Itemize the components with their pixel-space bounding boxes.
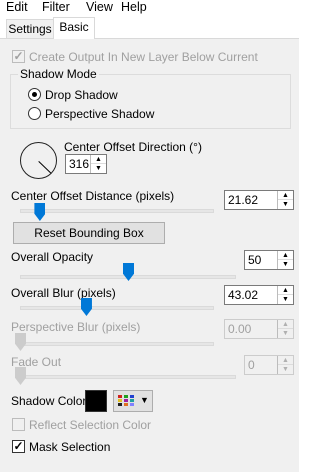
blur-slider-track[interactable]: [20, 306, 214, 310]
spin-down-icon[interactable]: ▼: [278, 365, 293, 374]
direction-value: 316: [69, 157, 90, 171]
menu-filter[interactable]: Filter: [42, 0, 70, 17]
spin-down-icon[interactable]: ▼: [91, 164, 106, 173]
spin-down-icon[interactable]: ▼: [278, 260, 293, 269]
spin-down-icon[interactable]: ▼: [278, 200, 293, 209]
mask-selection-checkbox[interactable]: ✓: [12, 440, 25, 453]
perspective-blur-spin-buttons: ▲ ▼: [277, 320, 293, 338]
reflect-selection-label: Reflect Selection Color: [29, 418, 152, 432]
mask-selection-label: Mask Selection: [29, 440, 111, 454]
direction-input[interactable]: 316 ▲ ▼: [65, 154, 107, 174]
spin-up-icon[interactable]: ▲: [278, 286, 293, 295]
menu-view[interactable]: View: [86, 0, 113, 17]
fade-out-slider-track[interactable]: [20, 375, 236, 379]
direction-dial[interactable]: [20, 142, 57, 179]
blur-value: 43.02: [228, 288, 259, 302]
tab-basic[interactable]: Basic: [53, 17, 95, 39]
reflect-selection-checkbox[interactable]: [12, 418, 25, 431]
opacity-value: 50: [248, 253, 262, 267]
color-picker-dropdown[interactable]: ▼: [113, 390, 153, 412]
spin-up-icon[interactable]: ▲: [91, 155, 106, 164]
fade-out-value: 0: [248, 358, 255, 372]
menu-edit[interactable]: Edit: [6, 0, 28, 17]
color-grid-icon: [118, 395, 134, 406]
distance-slider-track[interactable]: [20, 209, 214, 213]
chevron-down-icon: ▼: [140, 395, 149, 405]
opacity-input[interactable]: 50 ▲ ▼: [244, 250, 294, 270]
create-output-label: Create Output In New Layer Below Current: [29, 50, 258, 64]
shadow-mode-title: Shadow Mode: [18, 67, 99, 81]
direction-label: Center Offset Direction (°): [64, 140, 202, 154]
shadow-color-swatch[interactable]: [85, 390, 107, 412]
fade-out-input[interactable]: 0 ▲ ▼: [244, 355, 294, 375]
opacity-spin-buttons: ▲ ▼: [277, 251, 293, 269]
perspective-blur-slider-track[interactable]: [20, 342, 214, 346]
create-output-checkbox[interactable]: ✓: [12, 50, 25, 63]
blur-spin-buttons: ▲ ▼: [277, 286, 293, 304]
checkmark-icon: ✓: [13, 439, 24, 453]
fade-out-spin-buttons: ▲ ▼: [277, 356, 293, 374]
distance-spin-buttons: ▲ ▼: [277, 191, 293, 209]
spin-down-icon[interactable]: ▼: [278, 329, 293, 338]
perspective-blur-label: Perspective Blur (pixels): [11, 320, 141, 334]
distance-value: 21.62: [228, 193, 259, 207]
spin-up-icon[interactable]: ▲: [278, 251, 293, 260]
spin-up-icon[interactable]: ▲: [278, 191, 293, 200]
fade-out-label: Fade Out: [11, 355, 62, 369]
menu-help[interactable]: Help: [121, 0, 147, 17]
perspective-blur-value: 0.00: [228, 322, 252, 336]
drop-shadow-label: Drop Shadow: [45, 88, 118, 102]
spin-up-icon[interactable]: ▲: [278, 356, 293, 365]
radio-perspective-shadow[interactable]: [28, 107, 41, 120]
tab-settings[interactable]: Settings: [6, 19, 54, 39]
distance-label: Center Offset Distance (pixels): [11, 189, 175, 203]
shadow-color-label: Shadow Color: [11, 394, 87, 408]
reset-bounding-box-button[interactable]: Reset Bounding Box: [13, 222, 165, 244]
blur-label: Overall Blur (pixels): [11, 286, 116, 300]
spin-down-icon[interactable]: ▼: [278, 295, 293, 304]
direction-spin-buttons: ▲ ▼: [90, 155, 106, 173]
checkmark-icon: ✓: [13, 49, 24, 63]
perspective-shadow-label: Perspective Shadow: [45, 107, 155, 121]
perspective-blur-input[interactable]: 0.00 ▲ ▼: [224, 319, 294, 339]
radio-selected-dot: [32, 92, 37, 97]
blur-input[interactable]: 43.02 ▲ ▼: [224, 285, 294, 305]
menu-bar: Edit Filter View Help: [0, 0, 299, 17]
dial-needle: [38, 161, 52, 174]
radio-drop-shadow[interactable]: [28, 88, 41, 101]
opacity-label: Overall Opacity: [11, 250, 94, 264]
spin-up-icon[interactable]: ▲: [278, 320, 293, 329]
distance-input[interactable]: 21.62 ▲ ▼: [224, 190, 294, 210]
